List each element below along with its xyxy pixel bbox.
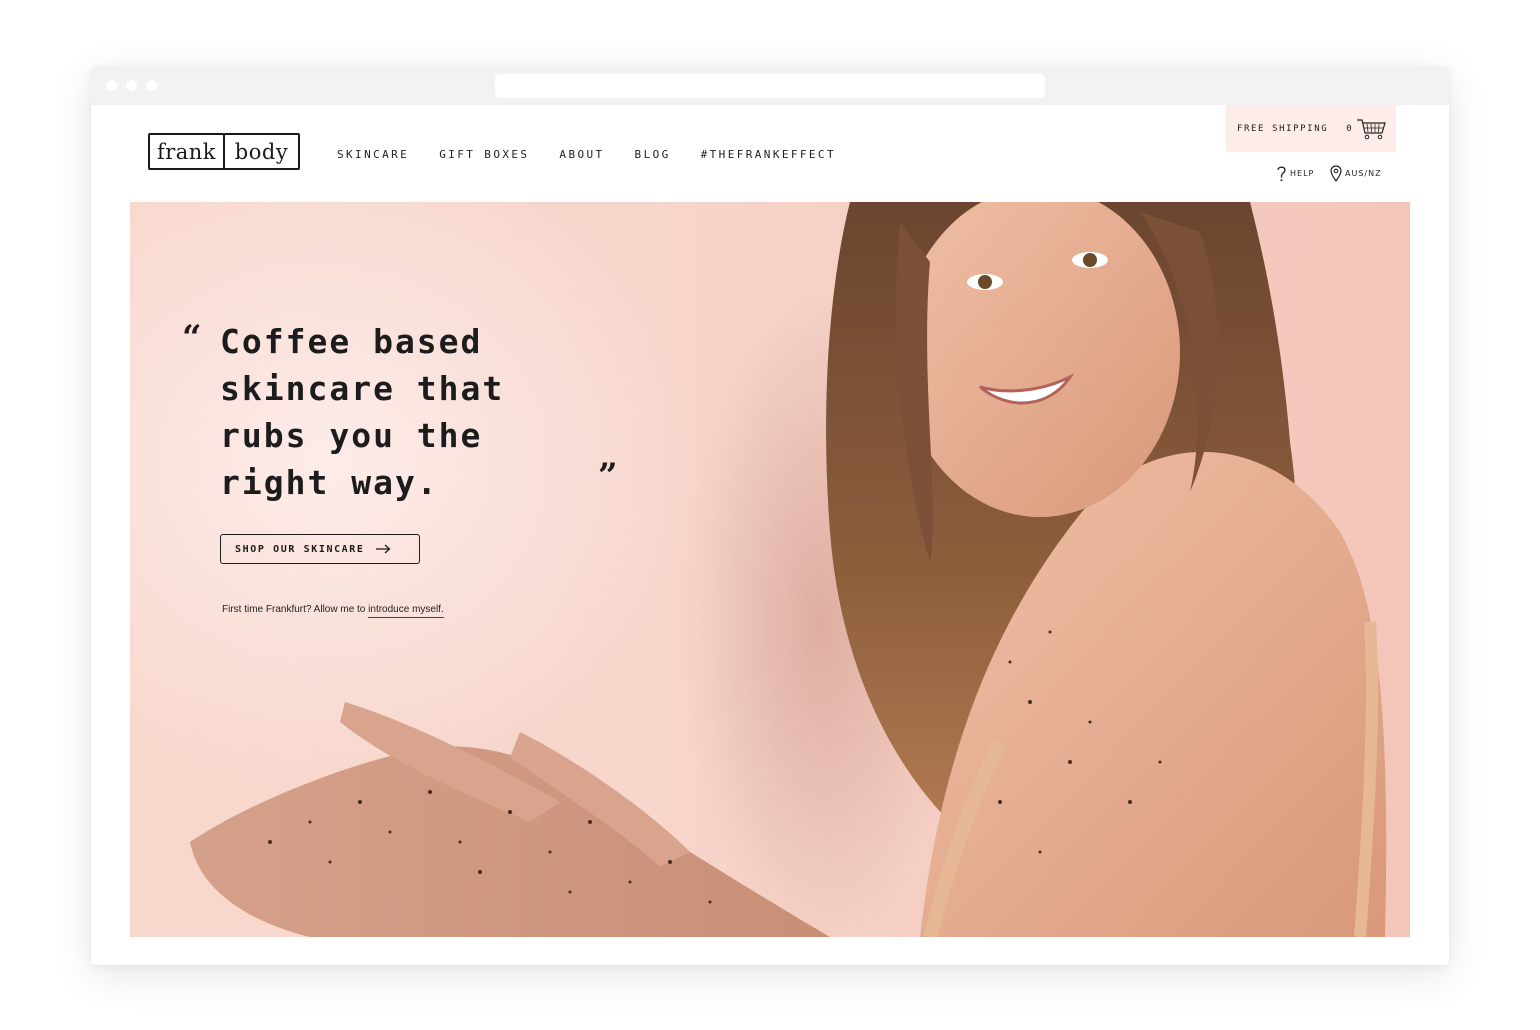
address-bar[interactable] bbox=[495, 74, 1045, 98]
shop-skincare-button[interactable]: SHOP OUR SKINCARE bbox=[220, 534, 420, 564]
shipping-cart-box[interactable]: FREE SHIPPING 0 bbox=[1226, 105, 1396, 152]
quote-open-mark: “ bbox=[182, 318, 202, 358]
window-maximize-dot[interactable] bbox=[146, 80, 157, 91]
region-selector[interactable]: AUS/NZ bbox=[1330, 165, 1382, 182]
nav-item-gift-boxes[interactable]: GIFT BOXES bbox=[439, 148, 529, 161]
nav-item-about[interactable]: ABOUT bbox=[559, 148, 604, 161]
help-label: HELP bbox=[1290, 169, 1315, 178]
intro-text: First time Frankfurt? Allow me to bbox=[222, 604, 369, 615]
cart-icon[interactable] bbox=[1356, 118, 1386, 140]
window-close-dot[interactable] bbox=[106, 80, 117, 91]
quote-close-mark: ” bbox=[598, 456, 618, 496]
hero-banner: “ Coffee based skincare that rubs you th… bbox=[130, 202, 1410, 937]
arrow-right-icon bbox=[375, 544, 391, 554]
hero-photo bbox=[190, 202, 1387, 937]
region-label: AUS/NZ bbox=[1345, 169, 1382, 178]
browser-window: frank body SKINCARE GIFT BOXES ABOUT BLO… bbox=[91, 66, 1449, 965]
main-nav: SKINCARE GIFT BOXES ABOUT BLOG #THEFRANK… bbox=[337, 148, 836, 161]
hero-quote: Coffee based skincare that rubs you the … bbox=[220, 322, 505, 502]
nav-item-blog[interactable]: BLOG bbox=[635, 148, 671, 161]
logo-right-text: body bbox=[234, 139, 289, 164]
shop-skincare-label: SHOP OUR SKINCARE bbox=[235, 543, 365, 555]
logo-left-text: frank bbox=[156, 139, 217, 164]
nav-item-thefrankeffect[interactable]: #THEFRANKEFFECT bbox=[701, 148, 836, 161]
cart-count: 0 bbox=[1346, 123, 1352, 134]
browser-chrome bbox=[91, 66, 1449, 105]
window-minimize-dot[interactable] bbox=[126, 80, 137, 91]
location-pin-icon bbox=[1330, 165, 1342, 182]
introduce-myself-link[interactable]: introduce myself. bbox=[368, 604, 444, 618]
help-link[interactable]: HELP bbox=[1276, 165, 1314, 182]
frank-body-logo[interactable]: frank body bbox=[148, 133, 300, 170]
free-shipping-label: FREE SHIPPING bbox=[1237, 123, 1329, 134]
nav-item-skincare[interactable]: SKINCARE bbox=[337, 148, 409, 161]
intro-line: First time Frankfurt? Allow me to introd… bbox=[222, 604, 444, 618]
help-icon bbox=[1277, 166, 1286, 182]
